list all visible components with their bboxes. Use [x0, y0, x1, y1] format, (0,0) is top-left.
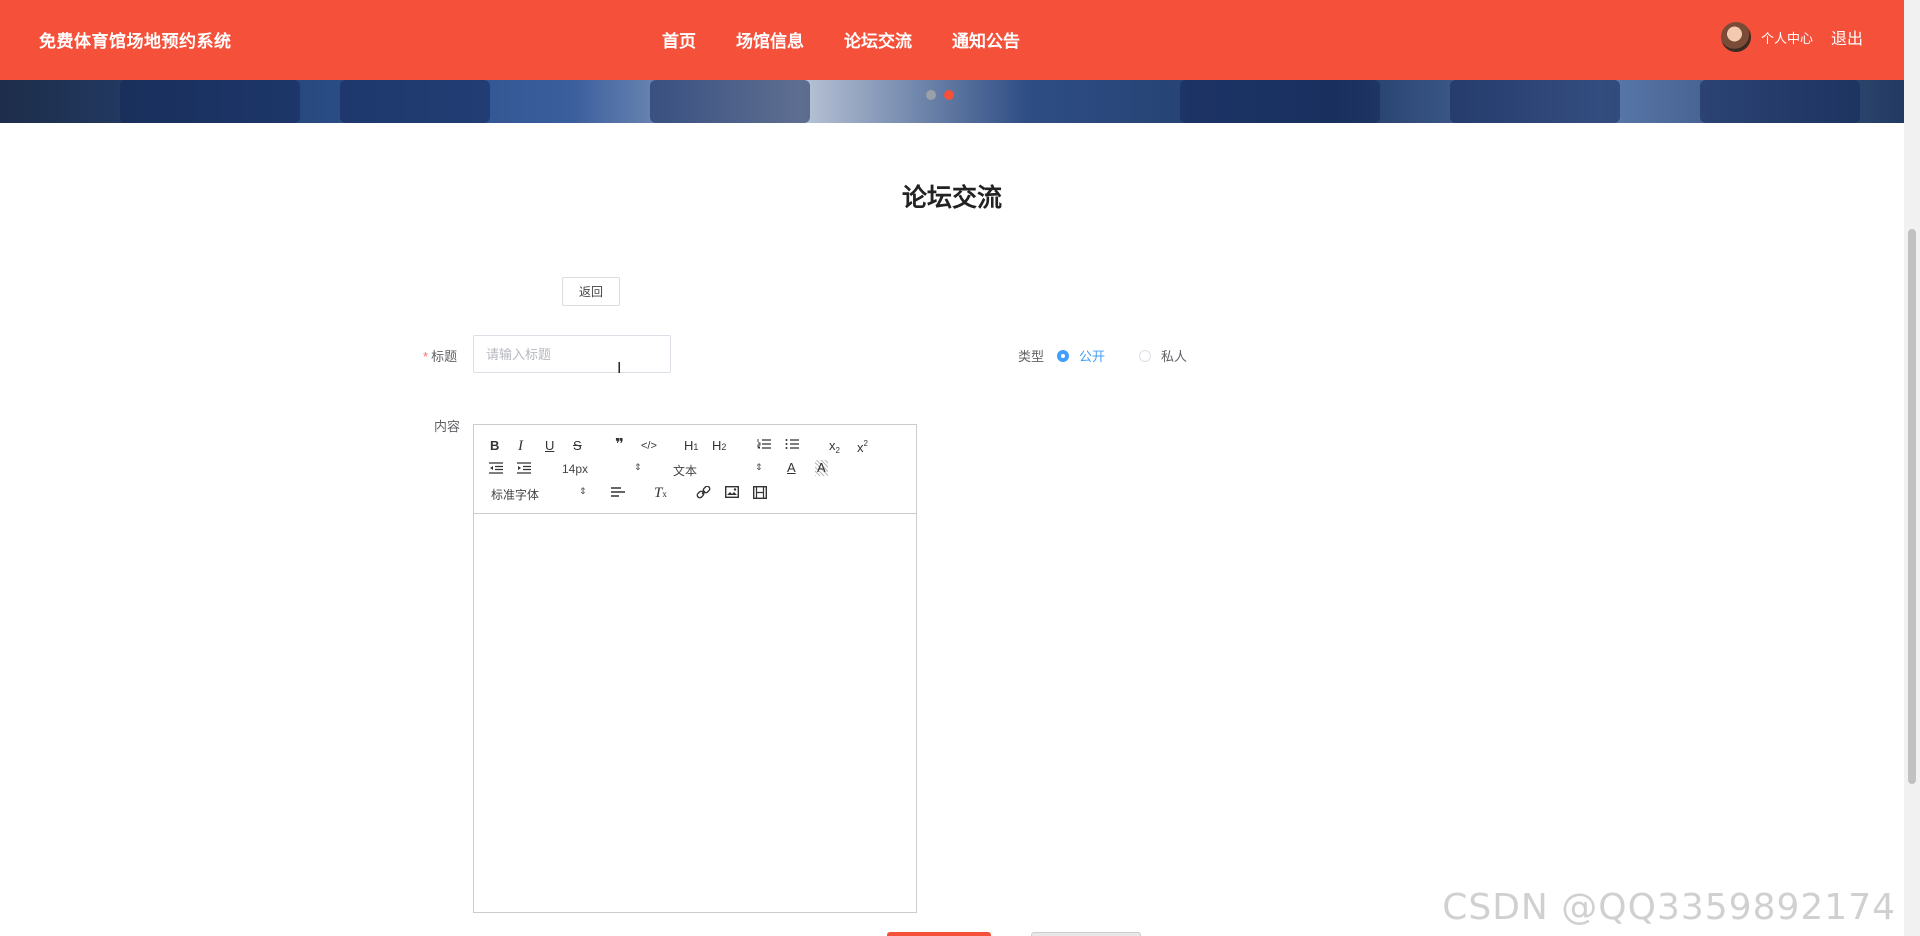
nav-forum[interactable]: 论坛交流 [844, 27, 912, 52]
ordered-list-icon[interactable] [757, 438, 771, 450]
radio-private-circle[interactable] [1139, 349, 1151, 362]
link-icon[interactable] [696, 486, 711, 500]
page: 免费体育馆场地预约系统 首页 场馆信息 论坛交流 通知公告 个人中心 退出 论坛… [0, 0, 1904, 936]
user-area: 个人中心 退出 [1720, 22, 1863, 52]
content-label: 内容 [434, 419, 461, 434]
carousel-dot-active[interactable] [944, 90, 954, 100]
indent-icon[interactable] [517, 462, 531, 474]
cancel-button[interactable] [1031, 932, 1141, 936]
video-icon[interactable] [753, 486, 767, 499]
title-label: * 标题 [423, 346, 457, 365]
title-label-text: 标题 [431, 349, 458, 364]
header-select[interactable]: 文本 ⇕ [673, 462, 763, 479]
align-left-icon[interactable] [611, 486, 625, 498]
user-center-link[interactable]: 个人中心 [1761, 28, 1813, 47]
radio-private-label[interactable]: 私人 [1161, 346, 1187, 365]
header-select-value: 文本 [673, 464, 698, 478]
clear-format-icon[interactable]: Tx [654, 485, 667, 502]
radio-private[interactable]: 私人 [1139, 346, 1187, 365]
image-icon[interactable] [725, 486, 739, 498]
select-arrows-icon: ⇕ [579, 486, 587, 496]
main-nav: 首页 场馆信息 论坛交流 通知公告 [662, 27, 1060, 52]
site-logo[interactable]: 免费体育馆场地预约系统 [39, 27, 232, 52]
watermark: CSDN @QQ3359892174 [1442, 887, 1896, 928]
header1-icon[interactable]: H1 [684, 438, 698, 455]
code-block-icon[interactable]: </> [641, 438, 657, 454]
page-scrollbar[interactable] [1904, 0, 1920, 936]
subscript-icon[interactable]: x2 [829, 438, 840, 459]
title-input[interactable] [473, 335, 671, 373]
type-label: 类型 [1018, 349, 1045, 364]
superscript-icon[interactable]: x2 [857, 436, 868, 456]
bullet-list-icon[interactable] [785, 438, 799, 450]
radio-public-circle[interactable] [1057, 349, 1069, 362]
submit-button[interactable] [887, 932, 991, 936]
carousel-dot[interactable] [926, 90, 936, 100]
font-size-select[interactable]: 14px ⇕ [562, 462, 642, 476]
select-arrows-icon: ⇕ [634, 462, 642, 472]
back-button[interactable]: 返回 [562, 277, 620, 306]
page-title: 论坛交流 [901, 184, 1002, 212]
banner-carousel[interactable] [0, 80, 1904, 123]
select-arrows-icon: ⇕ [755, 462, 763, 472]
font-family-select[interactable]: 标准字体 ⇕ [491, 486, 587, 503]
italic-icon[interactable]: I [518, 438, 523, 454]
avatar[interactable] [1720, 22, 1751, 52]
nav-venues[interactable]: 场馆信息 [736, 27, 804, 52]
rich-text-editor: B I U S ❞ </> H1 H2 x2 x2 14px ⇕ 文本 ⇕ A … [473, 424, 917, 913]
radio-public[interactable]: 公开 [1057, 346, 1105, 365]
top-navbar: 免费体育馆场地预约系统 首页 场馆信息 论坛交流 通知公告 个人中心 退出 [0, 0, 1904, 80]
scrollbar-thumb[interactable] [1908, 229, 1916, 784]
editor-content-area[interactable] [474, 513, 916, 912]
outdent-icon[interactable] [489, 462, 503, 474]
carousel-indicators [926, 90, 954, 100]
text-cursor-icon: I [617, 360, 622, 377]
font-family-value: 标准字体 [491, 488, 540, 502]
header2-icon[interactable]: H2 [712, 438, 726, 455]
strikethrough-icon[interactable]: S [573, 438, 582, 454]
font-color-icon[interactable]: A [787, 460, 796, 476]
blockquote-icon[interactable]: ❞ [615, 437, 624, 453]
nav-notices[interactable]: 通知公告 [952, 27, 1020, 52]
bold-icon[interactable]: B [490, 438, 499, 454]
required-mark: * [423, 349, 429, 364]
radio-public-label[interactable]: 公开 [1079, 346, 1105, 365]
logout-link[interactable]: 退出 [1831, 25, 1863, 49]
background-color-icon[interactable]: A [815, 460, 828, 476]
editor-toolbar: B I U S ❞ </> H1 H2 x2 x2 14px ⇕ 文本 ⇕ A … [474, 425, 916, 514]
underline-icon[interactable]: U [545, 438, 554, 454]
font-size-value: 14px [562, 462, 589, 476]
nav-home[interactable]: 首页 [662, 27, 696, 52]
